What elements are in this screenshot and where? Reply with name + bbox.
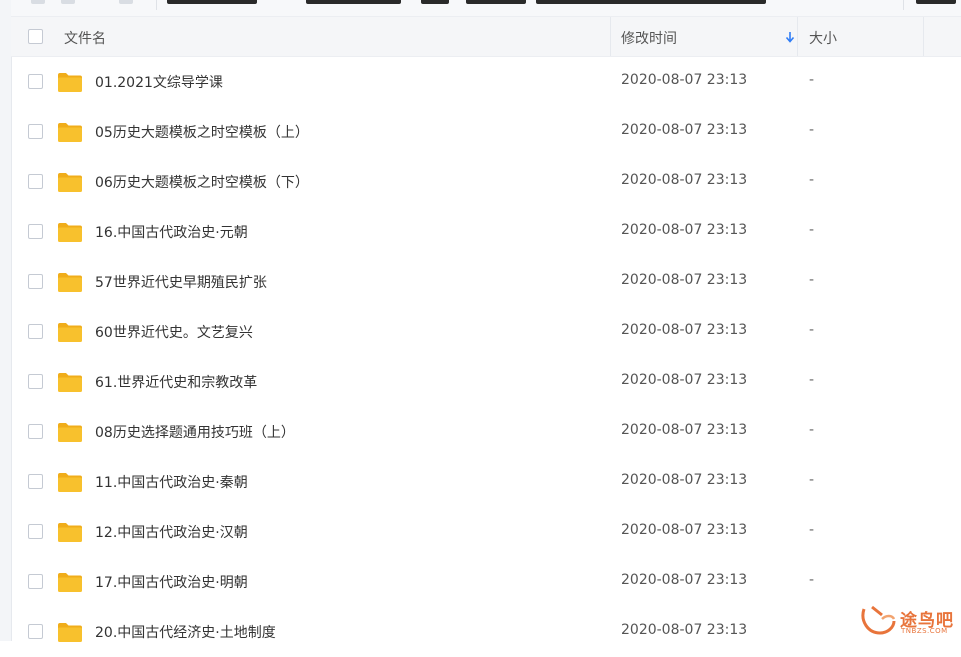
file-name[interactable]: 16.中国古代政治史·元朝 bbox=[95, 222, 248, 242]
column-divider[interactable] bbox=[923, 17, 924, 56]
toolbar-divider bbox=[903, 0, 904, 10]
file-name[interactable]: 01.2021文综导学课 bbox=[95, 72, 223, 92]
column-header-modified[interactable]: 修改时间 bbox=[621, 28, 677, 48]
file-modified-time: 2020-08-07 23:13 bbox=[621, 372, 748, 388]
breadcrumb-segment[interactable] bbox=[536, 0, 766, 4]
row-checkbox[interactable] bbox=[28, 324, 43, 339]
file-name[interactable]: 12.中国古代政治史·汉朝 bbox=[95, 522, 248, 542]
file-modified-time: 2020-08-07 23:13 bbox=[621, 272, 748, 288]
folder-icon bbox=[58, 173, 82, 192]
folder-icon bbox=[58, 623, 82, 642]
file-size: - bbox=[809, 72, 815, 88]
row-checkbox[interactable] bbox=[28, 124, 43, 139]
row-checkbox[interactable] bbox=[28, 574, 43, 589]
breadcrumb-segment[interactable] bbox=[421, 0, 449, 4]
search-box[interactable] bbox=[916, 0, 956, 4]
file-modified-time: 2020-08-07 23:13 bbox=[621, 172, 748, 188]
file-size: - bbox=[809, 472, 815, 488]
file-size: - bbox=[809, 122, 815, 138]
file-size: - bbox=[809, 422, 815, 438]
file-name[interactable]: 61.世界近代史和宗教改革 bbox=[95, 372, 257, 392]
file-modified-time: 2020-08-07 23:13 bbox=[621, 572, 748, 588]
file-row[interactable]: 60世界近代史。文艺复兴 2020-08-07 23:13 - bbox=[11, 307, 961, 357]
folder-icon bbox=[58, 123, 82, 142]
row-checkbox[interactable] bbox=[28, 374, 43, 389]
refresh-icon[interactable] bbox=[119, 0, 133, 4]
select-all-checkbox[interactable] bbox=[28, 29, 43, 44]
file-modified-time: 2020-08-07 23:13 bbox=[621, 122, 748, 138]
file-name[interactable]: 11.中国古代政治史·秦朝 bbox=[95, 472, 248, 492]
row-checkbox[interactable] bbox=[28, 224, 43, 239]
file-row[interactable]: 16.中国古代政治史·元朝 2020-08-07 23:13 - bbox=[11, 207, 961, 257]
file-name[interactable]: 05历史大题模板之时空模板（上） bbox=[95, 122, 309, 142]
folder-icon bbox=[58, 373, 82, 392]
row-checkbox[interactable] bbox=[28, 74, 43, 89]
file-size: - bbox=[809, 222, 815, 238]
file-size: - bbox=[809, 572, 815, 588]
breadcrumb-segment[interactable] bbox=[167, 0, 257, 4]
file-modified-time: 2020-08-07 23:13 bbox=[621, 472, 748, 488]
file-modified-time: 2020-08-07 23:13 bbox=[621, 622, 748, 638]
file-row[interactable]: 57世界近代史早期殖民扩张 2020-08-07 23:13 - bbox=[11, 257, 961, 307]
folder-icon bbox=[58, 323, 82, 342]
column-divider[interactable] bbox=[610, 17, 611, 56]
row-checkbox[interactable] bbox=[28, 424, 43, 439]
file-row[interactable]: 12.中国古代政治史·汉朝 2020-08-07 23:13 - bbox=[11, 507, 961, 557]
back-arrow-icon[interactable] bbox=[31, 0, 45, 4]
breadcrumb-segment[interactable] bbox=[466, 0, 526, 4]
file-row[interactable]: 61.世界近代史和宗教改革 2020-08-07 23:13 - bbox=[11, 357, 961, 407]
column-header-size[interactable]: 大小 bbox=[809, 28, 837, 48]
file-modified-time: 2020-08-07 23:13 bbox=[621, 522, 748, 538]
file-row[interactable]: 17.中国古代政治史·明朝 2020-08-07 23:13 - bbox=[11, 557, 961, 607]
folder-icon bbox=[58, 73, 82, 92]
folder-icon bbox=[58, 523, 82, 542]
file-modified-time: 2020-08-07 23:13 bbox=[621, 222, 748, 238]
toolbar-strip bbox=[11, 0, 961, 17]
folder-icon bbox=[58, 223, 82, 242]
folder-icon bbox=[58, 273, 82, 292]
file-modified-time: 2020-08-07 23:13 bbox=[621, 422, 748, 438]
row-checkbox[interactable] bbox=[28, 524, 43, 539]
file-name[interactable]: 20.中国古代经济史·土地制度 bbox=[95, 622, 276, 642]
file-row[interactable]: 01.2021文综导学课 2020-08-07 23:13 - bbox=[11, 57, 961, 107]
file-name[interactable]: 60世界近代史。文艺复兴 bbox=[95, 322, 253, 342]
file-name[interactable]: 06历史大题模板之时空模板（下） bbox=[95, 172, 309, 192]
file-name[interactable]: 17.中国古代政治史·明朝 bbox=[95, 572, 248, 592]
file-row[interactable]: 05历史大题模板之时空模板（上） 2020-08-07 23:13 - bbox=[11, 107, 961, 157]
sort-down-icon[interactable] bbox=[785, 30, 795, 44]
file-row[interactable]: 11.中国古代政治史·秦朝 2020-08-07 23:13 - bbox=[11, 457, 961, 507]
file-name[interactable]: 57世界近代史早期殖民扩张 bbox=[95, 272, 267, 292]
watermark-subtext: TNBZS.COM bbox=[901, 627, 948, 635]
folder-icon bbox=[58, 423, 82, 442]
file-size: - bbox=[809, 322, 815, 338]
forward-arrow-icon[interactable] bbox=[61, 0, 75, 4]
column-header-filename[interactable]: 文件名 bbox=[64, 28, 106, 48]
file-row[interactable]: 20.中国古代经济史·土地制度 2020-08-07 23:13 bbox=[11, 607, 961, 657]
toolbar-divider bbox=[156, 0, 157, 10]
file-size: - bbox=[809, 522, 815, 538]
row-checkbox[interactable] bbox=[28, 274, 43, 289]
breadcrumb-segment[interactable] bbox=[306, 0, 401, 4]
row-checkbox[interactable] bbox=[28, 174, 43, 189]
row-checkbox[interactable] bbox=[28, 624, 43, 639]
file-size: - bbox=[809, 272, 815, 288]
file-modified-time: 2020-08-07 23:13 bbox=[621, 72, 748, 88]
file-modified-time: 2020-08-07 23:13 bbox=[621, 322, 748, 338]
column-divider[interactable] bbox=[797, 17, 798, 56]
file-row[interactable]: 06历史大题模板之时空模板（下） 2020-08-07 23:13 - bbox=[11, 157, 961, 207]
file-list-header: 文件名 修改时间 大小 bbox=[11, 17, 961, 57]
file-row[interactable]: 08历史选择题通用技巧班（上） 2020-08-07 23:13 - bbox=[11, 407, 961, 457]
file-size: - bbox=[809, 172, 815, 188]
file-size: - bbox=[809, 372, 815, 388]
folder-icon bbox=[58, 573, 82, 592]
file-name[interactable]: 08历史选择题通用技巧班（上） bbox=[95, 422, 295, 442]
row-checkbox[interactable] bbox=[28, 474, 43, 489]
folder-icon bbox=[58, 473, 82, 492]
